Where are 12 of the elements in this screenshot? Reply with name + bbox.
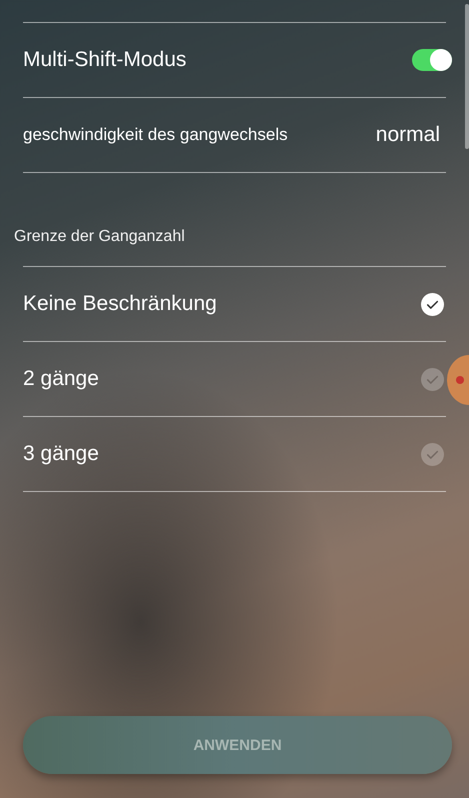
toggle-switch[interactable] <box>412 49 452 71</box>
option-label[interactable]: 2 gänge <box>23 367 99 391</box>
section-title: Grenze der Ganganzahl <box>14 228 185 246</box>
option-label[interactable]: Keine Beschränkung <box>23 292 217 316</box>
setting-label: Multi-Shift-Modus <box>23 48 186 72</box>
setting-value[interactable]: normal <box>376 123 440 147</box>
scrollbar[interactable] <box>465 4 469 149</box>
check-icon[interactable] <box>421 292 444 316</box>
setting-label: geschwindigkeit des gangwechsels <box>23 125 288 145</box>
option-label[interactable]: 3 gänge <box>23 442 99 466</box>
check-icon[interactable] <box>421 442 444 466</box>
check-icon[interactable] <box>421 368 444 390</box>
